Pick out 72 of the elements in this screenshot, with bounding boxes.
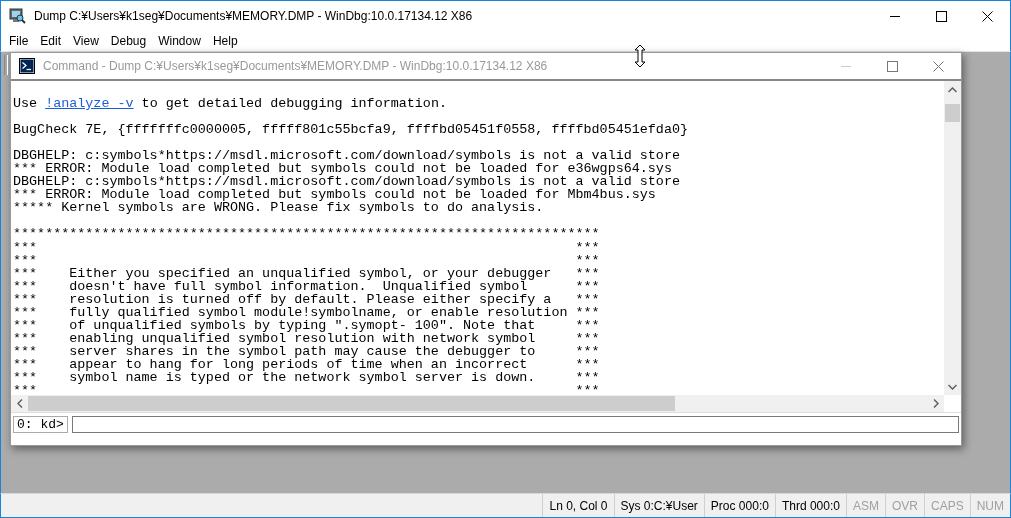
menu-item[interactable]: View [65,31,103,51]
output-line: ***** Kernel symbols are WRONG. Please fix symbols to do analysis. [13,201,545,215]
output-line: ************************************************************************* [13,227,601,241]
output-line: fully qualified symbol module!symbolname, or enable resolution [68,305,569,319]
command-field[interactable] [71,416,959,433]
output-line: enabling unqualified symbol resolution with network symbol [68,331,537,345]
output-border: *** [13,266,38,280]
output-border: *** [13,292,38,306]
output-line: DBGHELP: c:symbols*https://msdl.microsoft.com/download/symbols is not a valid store [13,175,681,189]
menu-item[interactable]: Edit [32,31,66,51]
close-icon [981,10,993,22]
output-border: *** [13,384,38,395]
menu-item[interactable]: Debug [102,31,151,51]
output-border: *** [575,253,600,267]
output-line: doesn't have full symbol information. Unqualified symbol [68,279,528,293]
maximize-icon [886,60,898,72]
output-border: *** [575,279,600,293]
output-border: *** [575,331,600,345]
command-link[interactable]: !analyze -v [45,96,134,111]
scroll-thumb[interactable] [945,104,960,122]
vertical-scrollbar[interactable] [944,81,961,395]
output-border: *** [13,371,38,385]
status-field: OVR [884,494,924,517]
output-line: DBGHELP: c:symbols*https://msdl.microsoft.com/download/symbols is not a valid store [13,149,681,163]
maximize-icon [935,10,947,22]
status-field: Sys 0:C:¥User [613,494,704,517]
toolbar-grip[interactable] [4,55,8,75]
output-border: *** [13,279,38,293]
output-border: *** [575,357,600,371]
output-text: Use [13,96,39,111]
menu-item[interactable]: Help [204,31,242,51]
output-line: BugCheck 7E, {fffffffc0000005, fffff801c55bcfa9, ffffbd05451f0558, ffffbd05451efda0} [13,123,689,137]
output-border: *** [13,305,38,319]
output-border: *** [13,240,38,254]
output-border: *** [575,384,600,395]
output-border: *** [13,253,38,267]
output-border: *** [575,318,600,332]
output-line: *** ERROR: Module load completed but symbols could not be loaded for e36wgps64.sys [13,162,672,176]
output-border: *** [575,240,600,254]
status-field: Ln 0, Col 0 [542,494,614,517]
status-field: CAPS [924,494,970,517]
status-field: NUM [969,494,1010,517]
status-field: Thrd 000:0 [774,494,846,517]
window-title: Command - Dump C:¥Users¥k1seg¥Documents¥MEMORY.DMP - WinDbg:10.0.17134.12 X86 [43,58,549,75]
prompt-label: 0: kd> [13,416,68,433]
menu-item[interactable]: Window [150,31,205,51]
status-field: ASM [845,494,885,517]
output-border: *** [575,266,600,280]
console-icon [19,58,35,74]
menu-item[interactable]: File [1,31,33,51]
output-line: *** ERROR: Module load completed but symbols could not be loaded for Mbm4bus.sys [13,188,657,202]
output-line: symbol name is typed or the network symbol server is down. [68,371,537,385]
output-border: *** [575,371,600,385]
close-icon [932,60,944,72]
status-field: Proc 000:0 [703,494,775,517]
output-border: *** [13,331,38,345]
output-text: to get detailed debugging information. [140,96,447,111]
window-title: Dump C:¥Users¥k1seg¥Documents¥MEMORY.DMP - WinDbg:10.0.17134.12 X86 [34,8,474,25]
output-line: appear to hang for long periods of time when an incorrect [68,357,529,371]
output-border: *** [575,305,600,319]
output-border: *** [575,344,600,358]
output-border: *** [13,357,38,371]
output-line: of unqualified symbols by typing ".symopt- 100". Note that [68,318,537,332]
output-line: server shares in the symbol path may cause the debugger to [68,344,537,358]
output-line: Either you specified an unqualified symbol, or your debugger [68,266,553,280]
output-line: resolution is turned off by default. Please either specify a [68,292,552,306]
app-icon [9,8,26,24]
horizontal-scrollbar[interactable] [11,395,944,412]
output-border: *** [575,292,600,306]
scroll-thumb[interactable] [28,396,675,411]
output-border: *** [13,318,38,332]
output-border: *** [13,344,38,358]
